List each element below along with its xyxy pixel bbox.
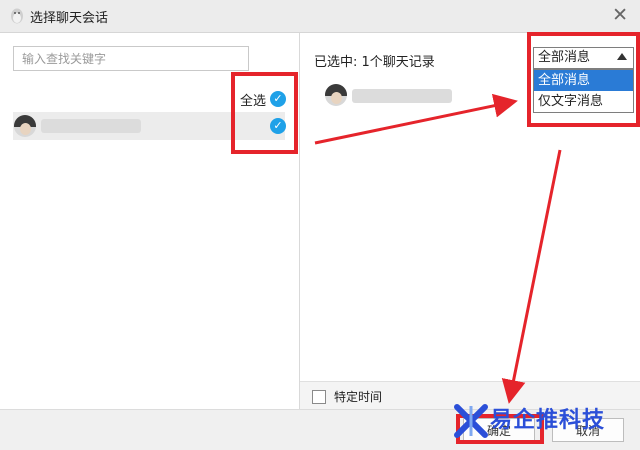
annotation-arrows [314, 93, 562, 404]
arrow-to-filter [314, 93, 518, 145]
watermark-logo-icon [454, 404, 488, 438]
watermark: 易企推科技 [450, 398, 640, 444]
watermark-text: 易企推科技 [490, 408, 606, 433]
arrow-to-confirm [501, 149, 562, 404]
